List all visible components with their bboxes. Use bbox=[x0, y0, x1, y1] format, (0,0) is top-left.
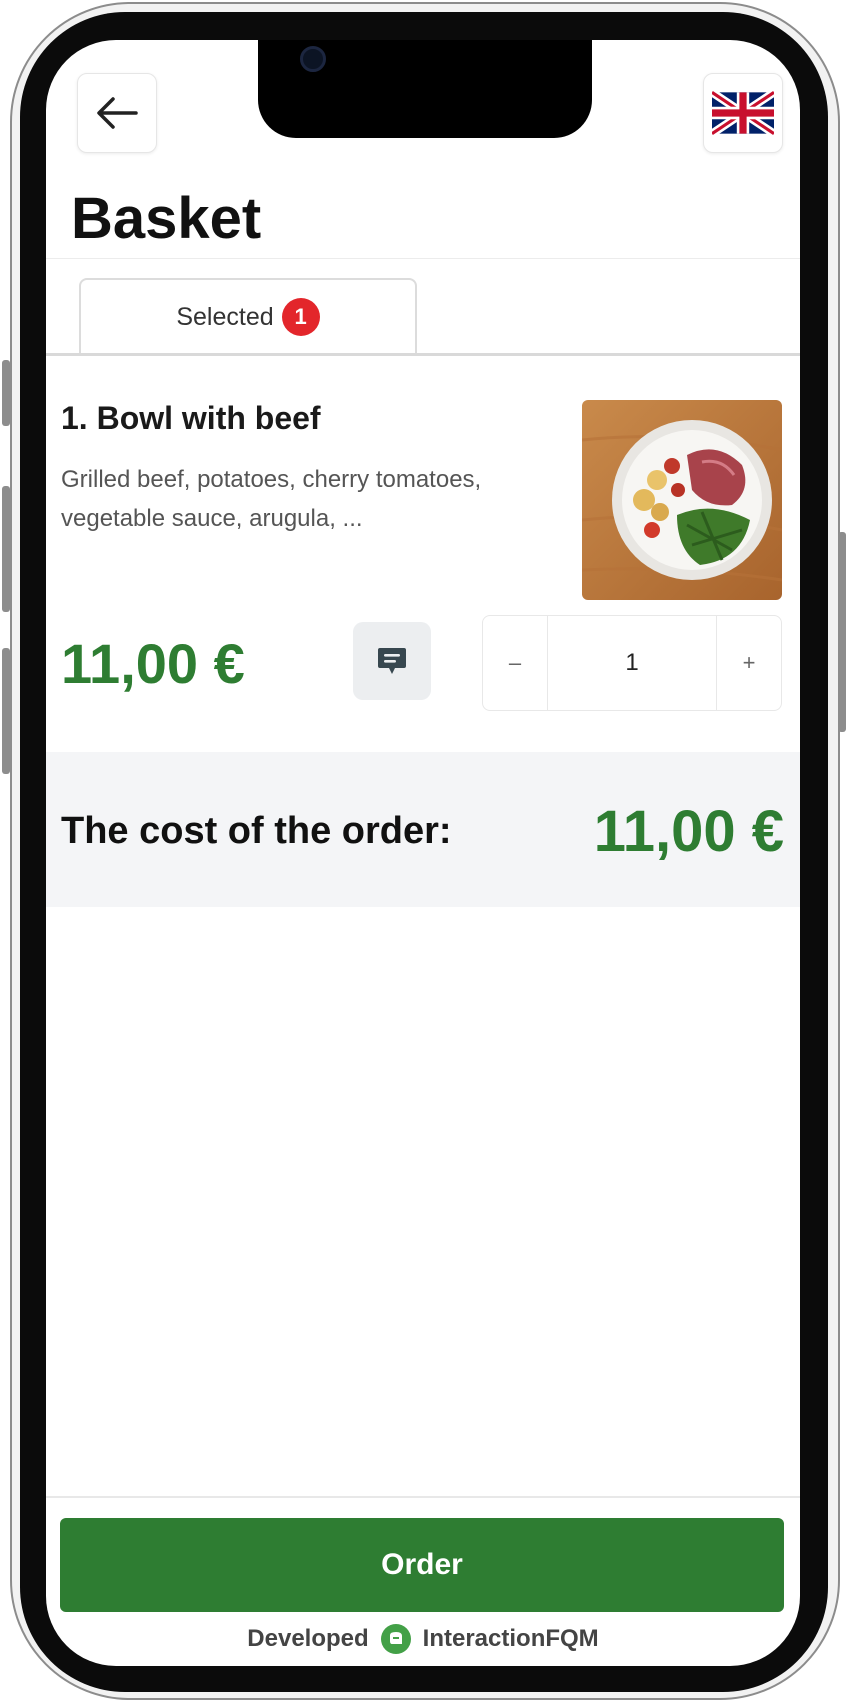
increment-button[interactable]: + bbox=[717, 616, 781, 710]
back-button[interactable] bbox=[77, 73, 157, 153]
uk-flag-icon bbox=[712, 90, 774, 136]
item-photo[interactable] bbox=[582, 400, 782, 600]
comment-button[interactable] bbox=[353, 622, 431, 700]
phone-side-button bbox=[2, 648, 10, 774]
tab-selected[interactable]: Selected 1 bbox=[79, 278, 417, 354]
count-badge: 1 bbox=[281, 298, 320, 336]
tab-label: Selected bbox=[176, 302, 274, 331]
tabs-underline bbox=[46, 353, 800, 356]
comment-icon bbox=[378, 648, 406, 674]
beef-bowl-image bbox=[582, 400, 782, 600]
interactionfqm-logo-icon bbox=[380, 1624, 411, 1654]
item-description: Grilled beef, potatoes, cherry tomatoes,… bbox=[61, 460, 531, 538]
item-description-line: vegetable sauce, arugula, ... bbox=[61, 505, 363, 532]
developed-label: Developed bbox=[247, 1625, 369, 1652]
phone-side-button bbox=[2, 360, 10, 426]
language-button[interactable] bbox=[703, 73, 783, 153]
arrow-left-icon bbox=[97, 97, 138, 129]
brand-name[interactable]: InteractionFQM bbox=[423, 1625, 599, 1653]
total-label: The cost of the order: bbox=[61, 810, 452, 852]
camera-icon bbox=[300, 46, 326, 72]
phone-side-button bbox=[2, 486, 10, 612]
quantity-value[interactable]: 1 bbox=[547, 616, 717, 710]
footer-divider bbox=[46, 1496, 800, 1498]
decrement-button[interactable]: – bbox=[483, 616, 547, 710]
app-screen: Basket Selected 1 1. Bowl with beef Gril… bbox=[46, 40, 800, 1666]
item-price: 11,00 € bbox=[61, 632, 245, 695]
item-title: 1. Bowl with beef bbox=[61, 400, 321, 436]
order-button[interactable]: Order bbox=[60, 1518, 784, 1612]
quantity-stepper: – 1 + bbox=[482, 615, 782, 711]
developer-credit: Developed InteractionFQM bbox=[46, 1624, 800, 1654]
notch bbox=[258, 40, 592, 138]
phone-side-button bbox=[838, 532, 846, 732]
item-description-line: Grilled beef, potatoes, cherry tomatoes, bbox=[61, 466, 482, 493]
total-value: 11,00 € bbox=[593, 799, 784, 864]
divider bbox=[46, 258, 800, 259]
page-title: Basket bbox=[71, 186, 262, 251]
